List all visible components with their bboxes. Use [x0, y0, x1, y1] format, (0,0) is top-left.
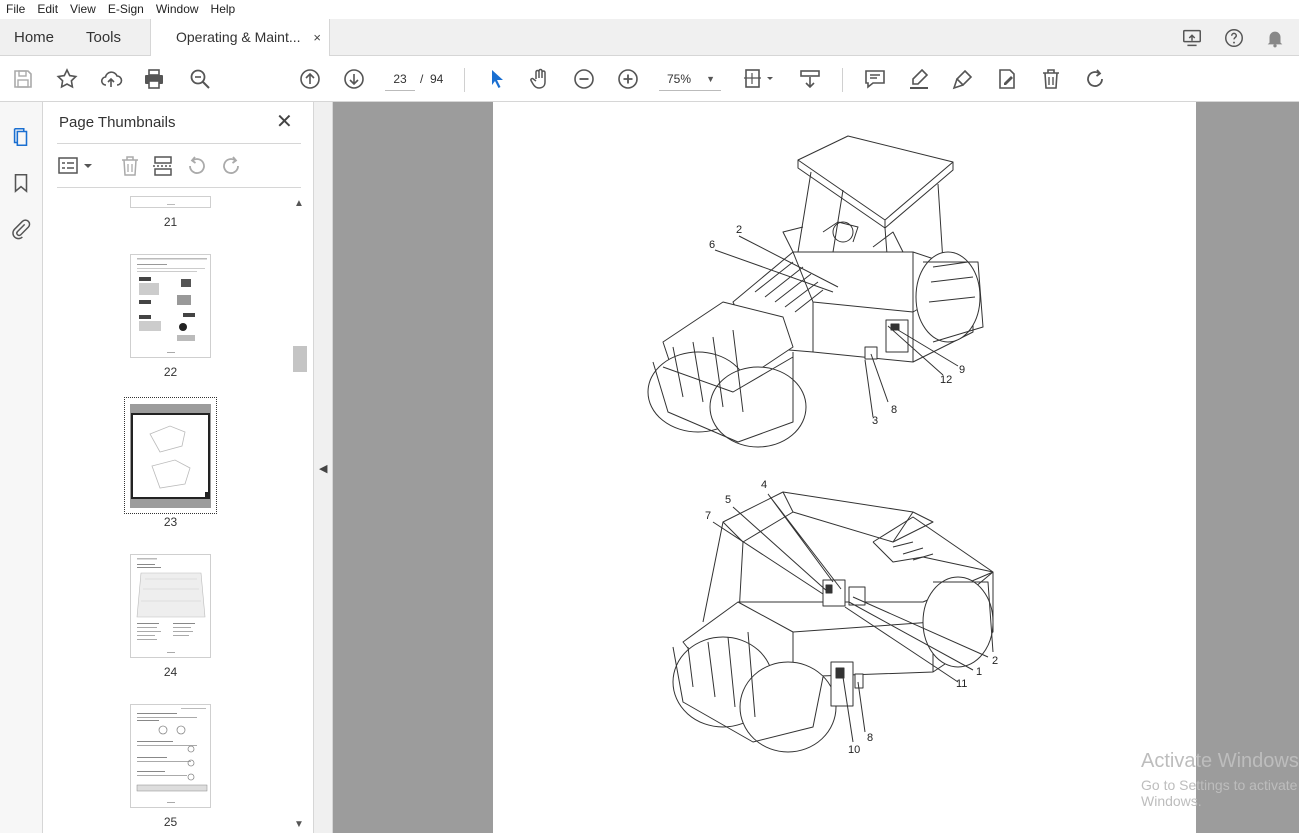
- callout-label: 6: [709, 239, 715, 251]
- tab-bar: Home Tools Operating & Maint... ×: [0, 19, 1299, 57]
- delete-trash-icon[interactable]: [1039, 67, 1063, 91]
- next-page-icon[interactable]: [342, 67, 366, 91]
- rotate-icon[interactable]: [1083, 67, 1107, 91]
- tab-home[interactable]: Home: [14, 19, 54, 56]
- menu-view[interactable]: View: [64, 0, 102, 19]
- callout-label: 12: [940, 374, 952, 386]
- panel-divider: [57, 187, 301, 188]
- collapse-panel-strip[interactable]: ◀: [314, 102, 333, 833]
- toolbar-divider: [842, 68, 843, 92]
- menu-window[interactable]: Window: [150, 0, 205, 19]
- previous-page-icon[interactable]: [298, 67, 322, 91]
- menu-esign[interactable]: E-Sign: [102, 0, 150, 19]
- callout-label: 9: [959, 364, 965, 376]
- zoom-level-value: 75%: [667, 72, 692, 86]
- select-cursor-icon[interactable]: [485, 67, 509, 91]
- panel-divider: [57, 143, 301, 144]
- sign-pen-icon[interactable]: [951, 67, 975, 91]
- upload-cloud-icon[interactable]: [99, 67, 123, 91]
- thumbnail-page-number: 22: [163, 365, 178, 379]
- main-toolbar: 23 / 94 75% ▼: [0, 56, 1299, 102]
- save-icon[interactable]: [11, 67, 35, 91]
- total-pages: 94: [430, 72, 444, 86]
- activate-windows-subtitle: Go to Settings to activate Windows.: [1141, 777, 1298, 809]
- page-thumbnail-23[interactable]: [130, 404, 211, 508]
- callout-label: 3: [872, 415, 878, 427]
- callout-label: 8: [891, 404, 897, 416]
- tab-tools[interactable]: Tools: [86, 19, 121, 56]
- bookmarks-icon[interactable]: [10, 172, 32, 194]
- thumbnail-scrollbar[interactable]: [292, 196, 308, 833]
- scroll-mode-icon[interactable]: [798, 67, 822, 91]
- toolbar-divider: [464, 68, 465, 92]
- activate-windows-title: Activate Windows: [1141, 750, 1299, 772]
- panel-title: Page Thumbnails: [59, 114, 176, 131]
- insert-page-icon[interactable]: [151, 154, 175, 178]
- page-thumbnails-icon[interactable]: [10, 126, 32, 148]
- callout-label: 7: [705, 510, 711, 522]
- scrollbar-thumb[interactable]: [293, 346, 307, 372]
- close-tab-button[interactable]: ×: [313, 19, 321, 56]
- share-screen-icon[interactable]: [1181, 27, 1203, 49]
- callout-label: 5: [725, 494, 731, 506]
- zoom-in-icon[interactable]: [616, 67, 640, 91]
- page-thumbnails-panel: Page Thumbnails ✕ 21 22 23 24 25 ▲ ▼: [43, 102, 314, 833]
- help-icon[interactable]: [1223, 27, 1245, 49]
- highlight-pen-icon[interactable]: [907, 67, 931, 91]
- tab-document[interactable]: Operating & Maint... ×: [150, 19, 330, 57]
- page-number-input[interactable]: 23: [385, 67, 415, 91]
- left-navigation-rail: [0, 102, 43, 833]
- thumbnail-page-number: 23: [163, 515, 178, 529]
- callout-label: 11: [956, 678, 967, 690]
- chevron-down-icon: ▼: [706, 74, 715, 84]
- attachments-paperclip-icon[interactable]: [10, 218, 32, 240]
- thumbnail-page-number: 24: [163, 665, 178, 679]
- zoom-search-icon[interactable]: [188, 67, 212, 91]
- bookmark-star-icon[interactable]: [55, 67, 79, 91]
- callout-label: 4: [761, 479, 767, 491]
- collapse-arrow-icon[interactable]: ◀: [319, 462, 327, 475]
- page-thumbnail-24[interactable]: [130, 554, 211, 658]
- machine-diagram: 2 6 9 12 8 3 4 5 7 2 1 11 8 10: [647, 135, 998, 756]
- menu-edit[interactable]: Edit: [31, 0, 64, 19]
- thumbnail-options-icon[interactable]: [57, 154, 95, 178]
- scroll-down-arrow-icon[interactable]: ▼: [294, 819, 304, 830]
- zoom-level-select[interactable]: 75% ▼: [659, 67, 721, 91]
- callout-label: 1: [976, 666, 982, 678]
- page-thumbnail-25[interactable]: [130, 704, 211, 808]
- rotate-left-icon[interactable]: [185, 154, 209, 178]
- menu-bar: File Edit View E-Sign Window Help: [0, 0, 1299, 19]
- rotate-right-icon[interactable]: [219, 154, 243, 178]
- close-panel-button[interactable]: ✕: [276, 111, 293, 133]
- pdf-page: 2 6 9 12 8 3 4 5 7 2 1 11 8 10: [493, 102, 1196, 833]
- menu-file[interactable]: File: [0, 0, 31, 19]
- print-icon[interactable]: [142, 67, 166, 91]
- menu-help[interactable]: Help: [205, 0, 242, 19]
- callout-label: 2: [736, 224, 742, 236]
- fit-page-icon[interactable]: [742, 67, 776, 91]
- delete-page-icon[interactable]: [118, 154, 142, 178]
- comment-icon[interactable]: [863, 67, 887, 91]
- thumbnail-page-number: 25: [163, 815, 178, 829]
- callout-label: 2: [992, 655, 998, 667]
- thumbnail-page-number: 21: [163, 215, 178, 229]
- tab-document-label: Operating & Maint...: [176, 29, 301, 45]
- edit-pdf-icon[interactable]: [995, 67, 1019, 91]
- page-thumbnail-22[interactable]: [130, 254, 211, 358]
- zoom-out-icon[interactable]: [572, 67, 596, 91]
- hand-tool-icon[interactable]: [528, 67, 552, 91]
- callout-label: 8: [867, 732, 873, 744]
- notification-bell-icon[interactable]: [1264, 27, 1286, 49]
- page-thumbnail-21[interactable]: [130, 196, 211, 208]
- callout-label: 10: [848, 744, 860, 756]
- document-viewport[interactable]: 2 6 9 12 8 3 4 5 7 2 1 11 8 10: [333, 102, 1299, 833]
- page-separator: /: [420, 72, 424, 86]
- scroll-up-arrow-icon[interactable]: ▲: [294, 198, 304, 209]
